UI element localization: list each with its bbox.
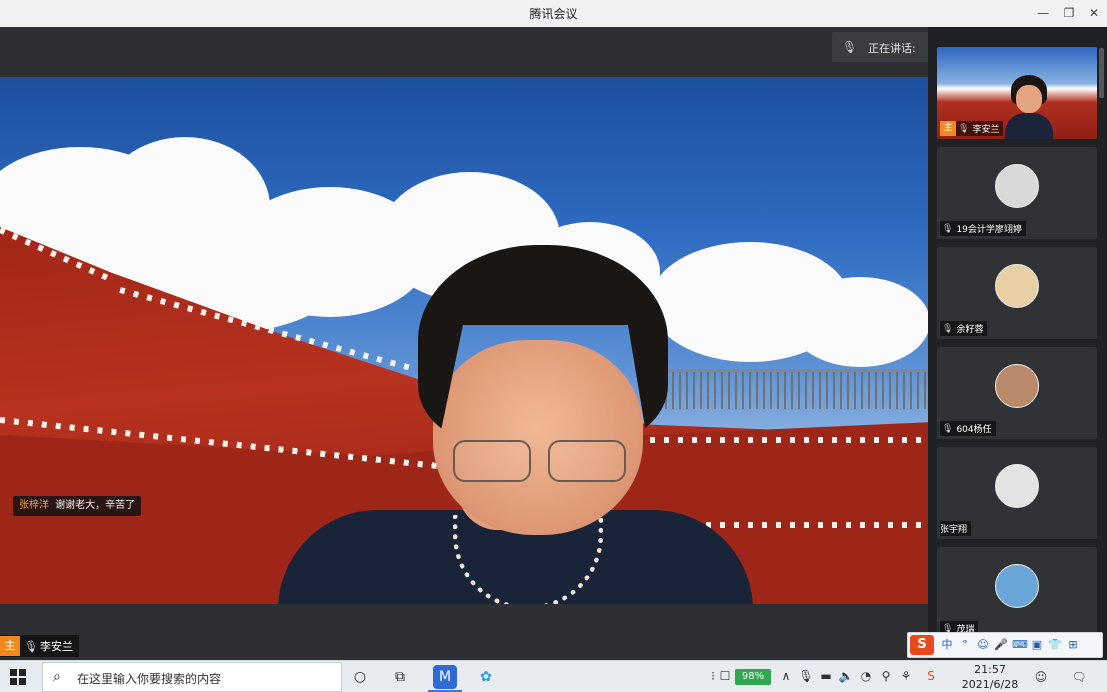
panel-scrollbar[interactable] bbox=[1099, 48, 1104, 98]
microphone-icon: 🎙 bbox=[958, 123, 970, 134]
battery-indicator[interactable]: 98% bbox=[735, 669, 771, 685]
participant-label: 🎙 604杨任 bbox=[940, 421, 996, 436]
title-bar: 腾讯会议 — ❐ ✕ bbox=[0, 0, 1107, 27]
avatar bbox=[995, 564, 1039, 608]
participant-tile[interactable]: 🎙 19会计学廖翊婷 bbox=[937, 147, 1097, 239]
camera-icon[interactable]: ▬ bbox=[817, 667, 835, 685]
microphone-icon: 🎙 bbox=[942, 323, 954, 334]
participant-name: 余籽蓉 bbox=[956, 325, 984, 335]
ime-toolbar[interactable]: S 中 ° ☺ 🎤 ⌨ ▣ 👕 ⊞ bbox=[907, 632, 1103, 658]
battery-saver-icon[interactable]: ☐ bbox=[716, 667, 734, 685]
avatar bbox=[995, 264, 1039, 308]
chat-bubble: 张梓洋 谢谢老大，辛苦了 bbox=[13, 496, 142, 516]
avatar bbox=[995, 164, 1039, 208]
skin-icon[interactable]: 👕 bbox=[1048, 636, 1062, 654]
punctuation-icon[interactable]: ° bbox=[958, 636, 972, 654]
participant-label: 🎙 余籽蓉 bbox=[940, 321, 988, 336]
minimize-button[interactable]: — bbox=[1029, 3, 1057, 23]
search-icon: ⌕ bbox=[53, 669, 61, 685]
main-video[interactable]: 张梓洋 谢谢老大，辛苦了 bbox=[0, 77, 928, 604]
participant-name: 张宇翔 bbox=[940, 525, 968, 535]
microphone-icon: 🎙 bbox=[942, 223, 954, 234]
tencent-meeting-icon[interactable]: M bbox=[433, 665, 457, 689]
microphone-icon: 🎙 bbox=[842, 40, 858, 54]
avatar bbox=[995, 464, 1039, 508]
cloud bbox=[790, 277, 928, 367]
taskbar-search[interactable]: ⌕ 在这里输入你要搜索的内容 bbox=[42, 662, 342, 692]
participant-tile[interactable]: 🎙 余籽蓉 bbox=[937, 247, 1097, 339]
participant-face bbox=[1005, 75, 1053, 139]
participant-panel: 主 🎙 李安兰 🎙 19会计学廖翊婷 🎙 余籽蓉 🎙 604杨任 张宇翔 🎙 茂… bbox=[928, 27, 1107, 660]
clock[interactable]: 21:57 2021/6/28 bbox=[950, 662, 1030, 692]
ime-mode[interactable]: 中 bbox=[940, 636, 954, 654]
avatar bbox=[995, 364, 1039, 408]
bottom-bar bbox=[0, 604, 928, 660]
notification-icon[interactable]: 🗨 bbox=[1070, 668, 1088, 686]
speaker-person bbox=[278, 245, 758, 604]
microphone-icon: 🎙 bbox=[24, 639, 38, 653]
participant-tile[interactable]: 🎙 604杨任 bbox=[937, 347, 1097, 439]
chevron-up-icon[interactable]: ∧ bbox=[777, 667, 795, 685]
voice-icon[interactable]: 🎤 bbox=[994, 636, 1008, 654]
clock-date: 2021/6/28 bbox=[961, 678, 1019, 691]
clock-time: 21:57 bbox=[974, 663, 1006, 676]
task-view-icon[interactable]: ⧉ bbox=[388, 665, 412, 689]
speaker-name: 李安兰 bbox=[40, 640, 73, 653]
sogou-logo-icon[interactable]: S bbox=[910, 635, 934, 655]
close-button[interactable]: ✕ bbox=[1080, 3, 1107, 23]
network-icon[interactable]: ⚲ bbox=[877, 667, 895, 685]
speaker-face bbox=[433, 340, 643, 535]
tray-app-icon[interactable]: ⚘ bbox=[897, 667, 915, 685]
meeting-app: 腾讯会议 — ❐ ✕ 🎙 正在讲话: 张梓洋 谢谢老大，辛苦了 主 🎙 李安兰 … bbox=[0, 0, 1107, 692]
chat-bubble-icon[interactable]: ☺ bbox=[1032, 668, 1050, 686]
participant-tile[interactable]: 🎙 茂瑞 bbox=[937, 547, 1097, 639]
speaker-glasses bbox=[453, 440, 628, 484]
emoji-icon[interactable]: ☺ bbox=[976, 636, 990, 654]
host-icon: 主 bbox=[940, 121, 956, 136]
microphone-icon[interactable]: 🎙 bbox=[797, 667, 815, 685]
wifi-icon[interactable]: ◔ bbox=[857, 667, 875, 685]
volume-icon[interactable]: 🔈 bbox=[837, 667, 855, 685]
keyboard-icon[interactable]: ⌨ bbox=[1012, 636, 1028, 654]
restore-button[interactable]: ❐ bbox=[1055, 3, 1083, 23]
participant-name: 604杨任 bbox=[956, 425, 992, 435]
participant-label: 🎙 19会计学廖翊婷 bbox=[940, 221, 1026, 236]
window-title: 腾讯会议 bbox=[529, 7, 578, 21]
windows-start-icon[interactable] bbox=[10, 669, 26, 685]
host-icon: 主 bbox=[0, 636, 20, 656]
participant-label: 主 🎙 李安兰 bbox=[940, 121, 1004, 136]
toolbox-icon[interactable]: ▣ bbox=[1030, 636, 1044, 654]
participant-name: 李安兰 bbox=[972, 125, 1000, 135]
app-icon[interactable]: ✿ bbox=[474, 665, 498, 689]
microphone-icon: 🎙 bbox=[942, 423, 954, 434]
apps-grid-icon[interactable]: ⊞ bbox=[1066, 636, 1080, 654]
participant-name: 19会计学廖翊婷 bbox=[956, 225, 1022, 235]
search-placeholder: 在这里输入你要搜索的内容 bbox=[77, 672, 222, 686]
participant-tile[interactable]: 张宇翔 bbox=[937, 447, 1097, 539]
chat-message: 谢谢老大，辛苦了 bbox=[55, 500, 136, 511]
task-view-circle-icon[interactable]: ○ bbox=[348, 665, 372, 689]
sogou-tray-icon[interactable]: S bbox=[922, 667, 940, 685]
chat-user: 张梓洋 bbox=[19, 500, 49, 511]
speaking-label: 正在讲话: bbox=[868, 42, 916, 55]
participant-tile[interactable]: 主 🎙 李安兰 bbox=[937, 47, 1097, 139]
participant-label: 张宇翔 bbox=[940, 521, 972, 536]
windows-taskbar: ⌕ 在这里输入你要搜索的内容 ○ ⧉ M ✿ ⁝ ☐ 98% ∧ 🎙 ▬ 🔈 ◔… bbox=[0, 660, 1107, 692]
speaker-name-tag: 主 🎙 李安兰 bbox=[0, 635, 79, 657]
